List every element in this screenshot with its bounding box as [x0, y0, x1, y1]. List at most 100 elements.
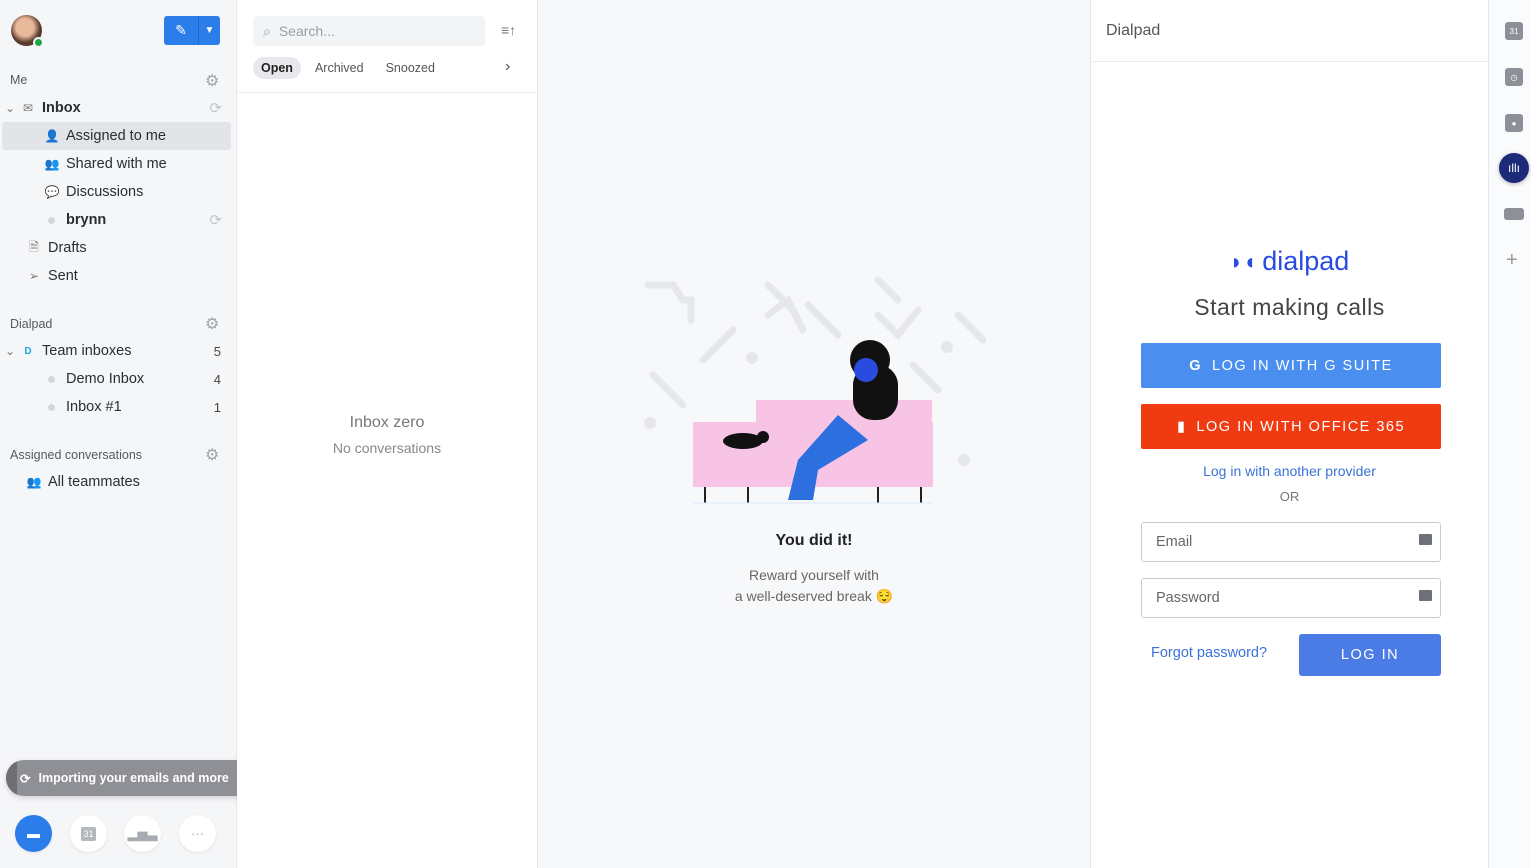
email-field[interactable]: Email [1141, 522, 1441, 562]
pencil-icon[interactable]: ✎ [164, 16, 199, 45]
section-dialpad: Dialpad [10, 317, 53, 331]
inbox-nav-button[interactable]: ▬ [15, 815, 52, 852]
gear-icon[interactable]: ⚙ [205, 314, 219, 334]
import-label: Importing your emails and more [38, 771, 229, 785]
section-me: Me [10, 73, 28, 87]
sidebar-item-label: Inbox #1 [66, 399, 122, 415]
sidebar-item-shared-with-me[interactable]: 👥 Shared with me [2, 150, 231, 178]
relaxing-illustration [644, 276, 987, 504]
tab-snoozed[interactable]: Snoozed [378, 57, 443, 79]
chevron-down-icon[interactable]: ⌄ [2, 101, 18, 115]
sidebar-item-label: brynn [66, 212, 107, 228]
dialpad-panel: Dialpad ◗◖ dialpad Start making calls G LO… [1090, 0, 1489, 868]
sidebar-item-drafts[interactable]: 🗎 Drafts [2, 234, 231, 262]
dialpad-app-icon[interactable]: ıllı [1499, 153, 1529, 183]
panel-header: Dialpad [1091, 0, 1488, 62]
sync-icon: ⟳ [20, 771, 31, 786]
main-subtitle-line1: Reward yourself with [749, 567, 879, 583]
search-icon: ⌕ [263, 22, 271, 39]
sidebar-item-brynn[interactable]: brynn ⟳ [2, 206, 231, 234]
more-icon: ··· [191, 826, 204, 841]
tab-open[interactable]: Open [253, 57, 301, 79]
dot-icon [48, 216, 55, 224]
sidebar-item-label: All teammates [48, 474, 140, 490]
google-icon: G [1189, 357, 1202, 374]
sidebar-item-label: Inbox [42, 100, 81, 116]
main-pane: You did it! Reward yourself with a well-… [538, 0, 1090, 868]
keyboard-icon [1419, 534, 1432, 545]
analytics-nav-button[interactable]: ▂▅▃ [124, 815, 161, 852]
more-nav-button[interactable]: ··· [179, 815, 216, 852]
assign-icon: 👤 [44, 129, 60, 143]
or-divider: OR [1279, 489, 1300, 504]
app-rail: 31 ◷ ● ıllı + [1489, 0, 1531, 868]
tab-archived[interactable]: Archived [307, 57, 372, 79]
search-placeholder: Search... [278, 23, 335, 39]
sidebar-item-inbox[interactable]: ⌄ ✉ Inbox ⟳ [2, 94, 231, 122]
button-label: LOG IN WITH OFFICE 365 [1196, 418, 1406, 435]
sidebar-item-label: Drafts [48, 240, 87, 256]
email-placeholder: Email [1156, 534, 1193, 550]
dialpad-logo-icon: ◗◖ [1229, 248, 1257, 274]
avatar[interactable] [11, 15, 44, 48]
sync-icon: ⟳ [209, 212, 222, 229]
count: 5 [213, 343, 221, 359]
panel-heading: Start making calls [1194, 294, 1385, 320]
contact-icon[interactable]: ● [1505, 114, 1523, 132]
sidebar-item-demo-inbox[interactable]: Demo Inbox 4 [2, 365, 231, 393]
sidebar-item-label: Discussions [66, 184, 144, 200]
chevron-right-icon[interactable]: › [505, 58, 510, 76]
chat-icon: 💬 [44, 185, 60, 199]
gsuite-login-button[interactable]: G LOG IN WITH G SUITE [1141, 343, 1441, 388]
sidebar-item-label: Sent [48, 268, 78, 284]
logo-text: dialpad [1262, 246, 1350, 276]
calendar-icon[interactable]: 31 [1505, 22, 1523, 40]
search-input[interactable]: ⌕ Search... [253, 16, 485, 46]
tabs: Open Archived Snoozed [253, 57, 443, 79]
sidebar-item-assigned-to-me[interactable]: 👤 Assigned to me [2, 122, 231, 150]
sidebar-item-all-teammates[interactable]: 👥 All teammates [2, 468, 231, 496]
chevron-down-icon[interactable]: ⌄ [2, 344, 18, 358]
sidebar-item-team-inboxes[interactable]: ⌄ D Team inboxes 5 [2, 337, 231, 365]
section-assigned: Assigned conversations [10, 448, 143, 462]
empty-state: Inbox zero No conversations [237, 414, 537, 456]
forgot-password-link[interactable]: Forgot password? [1151, 645, 1267, 661]
keyboard-icon[interactable] [1504, 208, 1524, 220]
count: 4 [213, 371, 221, 387]
sidebar-item-discussions[interactable]: 💬 Discussions [2, 178, 231, 206]
draft-icon: 🗎 [29, 239, 39, 254]
sidebar-item-label: Assigned to me [66, 128, 166, 144]
sidebar: ✎ ▼ Me ⚙ ⌄ ✉ Inbox ⟳ 👤 Assigned to me 👥 Shared… [0, 0, 286, 868]
office365-login-button[interactable]: ▮ LOG IN WITH OFFICE 365 [1141, 404, 1441, 449]
users-icon: 👥 [26, 475, 42, 489]
schedule-icon[interactable]: ◷ [1505, 68, 1523, 86]
calendar-nav-button[interactable]: 31 [70, 815, 107, 852]
inbox-icon: ✉ [22, 101, 34, 115]
add-app-icon[interactable]: + [1506, 249, 1518, 272]
other-provider-link[interactable]: Log in with another provider [1091, 463, 1488, 479]
button-label: LOG IN WITH G SUITE [1212, 357, 1393, 374]
team-badge: D [24, 345, 32, 357]
dot-icon [48, 375, 55, 383]
gear-icon[interactable]: ⚙ [205, 445, 219, 465]
login-button[interactable]: LOG IN [1299, 634, 1441, 676]
sidebar-item-sent[interactable]: ➢ Sent [2, 262, 231, 290]
sort-icon[interactable]: ≡↑ [501, 22, 516, 38]
compose-button[interactable]: ✎ ▼ [164, 16, 220, 45]
password-placeholder: Password [1156, 590, 1220, 606]
gear-icon[interactable]: ⚙ [205, 71, 219, 91]
sync-icon: ⟳ [209, 100, 222, 117]
password-field[interactable]: Password [1141, 578, 1441, 618]
empty-title: Inbox zero [349, 414, 425, 431]
divider [237, 92, 537, 93]
chevron-down-icon[interactable]: ▼ [199, 16, 220, 45]
dialpad-logo: ◗◖ dialpad [1091, 246, 1488, 277]
office-icon: ▮ [1176, 418, 1187, 435]
users-icon: 👥 [44, 157, 60, 171]
conversation-list: ⌕ Search... ≡↑ Open Archived Snoozed › In… [237, 0, 538, 868]
sidebar-item-label: Demo Inbox [66, 371, 145, 387]
sidebar-item-inbox-1[interactable]: Inbox #1 1 [2, 393, 231, 421]
calendar-icon: 31 [81, 826, 96, 841]
dot-icon [48, 403, 55, 411]
progress-fill [6, 760, 18, 796]
